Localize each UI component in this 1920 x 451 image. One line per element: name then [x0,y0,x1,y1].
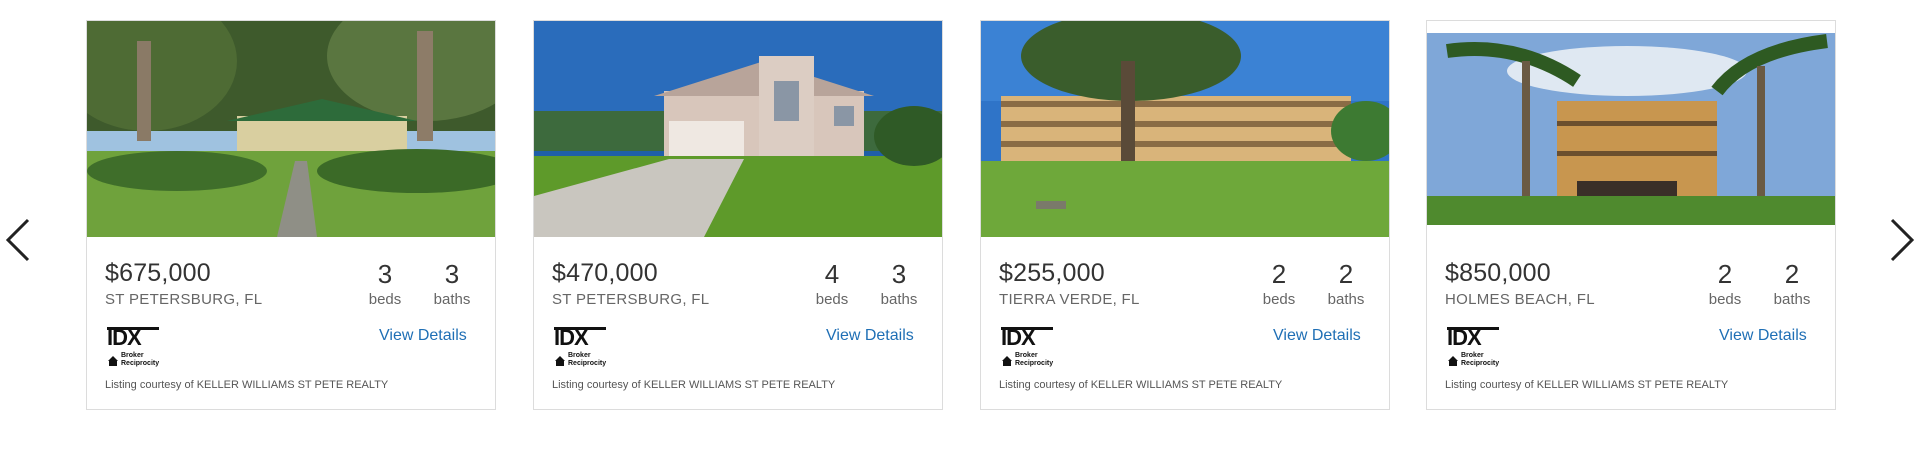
house-photo[interactable] [1427,21,1835,237]
listing-courtesy: Listing courtesy of KELLER WILLIAMS ST P… [1445,379,1729,391]
listing-price: $470,000 [552,259,658,287]
listing-carousel: $675,000 ST PETERSBURG, FL 3 beds 3 bath… [0,0,1920,451]
view-details-link[interactable]: View Details [826,327,914,345]
listing-location: ST PETERSBURG, FL [552,291,710,308]
beds-stat: 3 beds [355,259,415,308]
view-details-link[interactable]: View Details [1273,327,1361,345]
svg-text:Reciprocity: Reciprocity [121,360,159,367]
svg-text:Broker: Broker [568,352,591,359]
baths-label: baths [1773,291,1811,308]
beds-label: beds [815,291,849,308]
baths-count: 2 [1784,259,1800,289]
view-details-link[interactable]: View Details [379,327,467,345]
svg-text:Broker: Broker [1015,352,1038,359]
baths-label: baths [880,291,918,308]
listing-card[interactable]: $850,000 HOLMES BEACH, FL 2 beds 2 baths… [1426,20,1836,410]
svg-text:Reciprocity: Reciprocity [1015,360,1053,367]
svg-text:Reciprocity: Reciprocity [1461,360,1499,367]
listing-location: TIERRA VERDE, FL [999,291,1140,308]
baths-count: 2 [1338,259,1354,289]
baths-stat: 3 baths [869,259,929,308]
beds-count: 3 [377,259,393,289]
baths-stat: 3 baths [422,259,482,308]
listing-card[interactable]: $675,000 ST PETERSBURG, FL 3 beds 3 bath… [86,20,496,410]
beds-stat: 2 beds [1695,259,1755,308]
svg-text:Reciprocity: Reciprocity [568,360,606,367]
listing-location: HOLMES BEACH, FL [1445,291,1595,308]
beds-label: beds [368,291,402,308]
beds-stat: 4 beds [802,259,862,308]
baths-count: 3 [444,259,460,289]
beds-label: beds [1262,291,1296,308]
house-photo[interactable] [87,21,495,237]
listing-price: $255,000 [999,259,1105,287]
house-photo[interactable] [981,21,1389,237]
listing-courtesy: Listing courtesy of KELLER WILLIAMS ST P… [999,379,1283,391]
baths-count: 3 [891,259,907,289]
chevron-right-icon[interactable] [1880,210,1920,270]
baths-stat: 2 baths [1762,259,1822,308]
view-details-link[interactable]: View Details [1719,327,1807,345]
house-photo[interactable] [534,21,942,237]
baths-label: baths [1327,291,1365,308]
svg-text:Broker: Broker [1461,352,1484,359]
listing-courtesy: Listing courtesy of KELLER WILLIAMS ST P… [552,379,836,391]
beds-stat: 2 beds [1249,259,1309,308]
svg-text:Broker: Broker [121,352,144,359]
listing-price: $850,000 [1445,259,1551,287]
chevron-left-icon[interactable] [0,210,40,270]
beds-count: 2 [1717,259,1733,289]
idx-broker-reciprocity-logo: IDX Broker Reciprocity [999,323,1059,367]
idx-broker-reciprocity-logo: IDX Broker Reciprocity [1445,323,1505,367]
baths-label: baths [433,291,471,308]
idx-broker-reciprocity-logo: IDX Broker Reciprocity [105,323,165,367]
beds-label: beds [1708,291,1742,308]
listing-price: $675,000 [105,259,211,287]
idx-broker-reciprocity-logo: IDX Broker Reciprocity [552,323,612,367]
beds-count: 2 [1271,259,1287,289]
baths-stat: 2 baths [1316,259,1376,308]
listing-courtesy: Listing courtesy of KELLER WILLIAMS ST P… [105,379,389,391]
listing-card[interactable]: $470,000 ST PETERSBURG, FL 4 beds 3 bath… [533,20,943,410]
listing-location: ST PETERSBURG, FL [105,291,263,308]
beds-count: 4 [824,259,840,289]
listing-card[interactable]: $255,000 TIERRA VERDE, FL 2 beds 2 baths… [980,20,1390,410]
